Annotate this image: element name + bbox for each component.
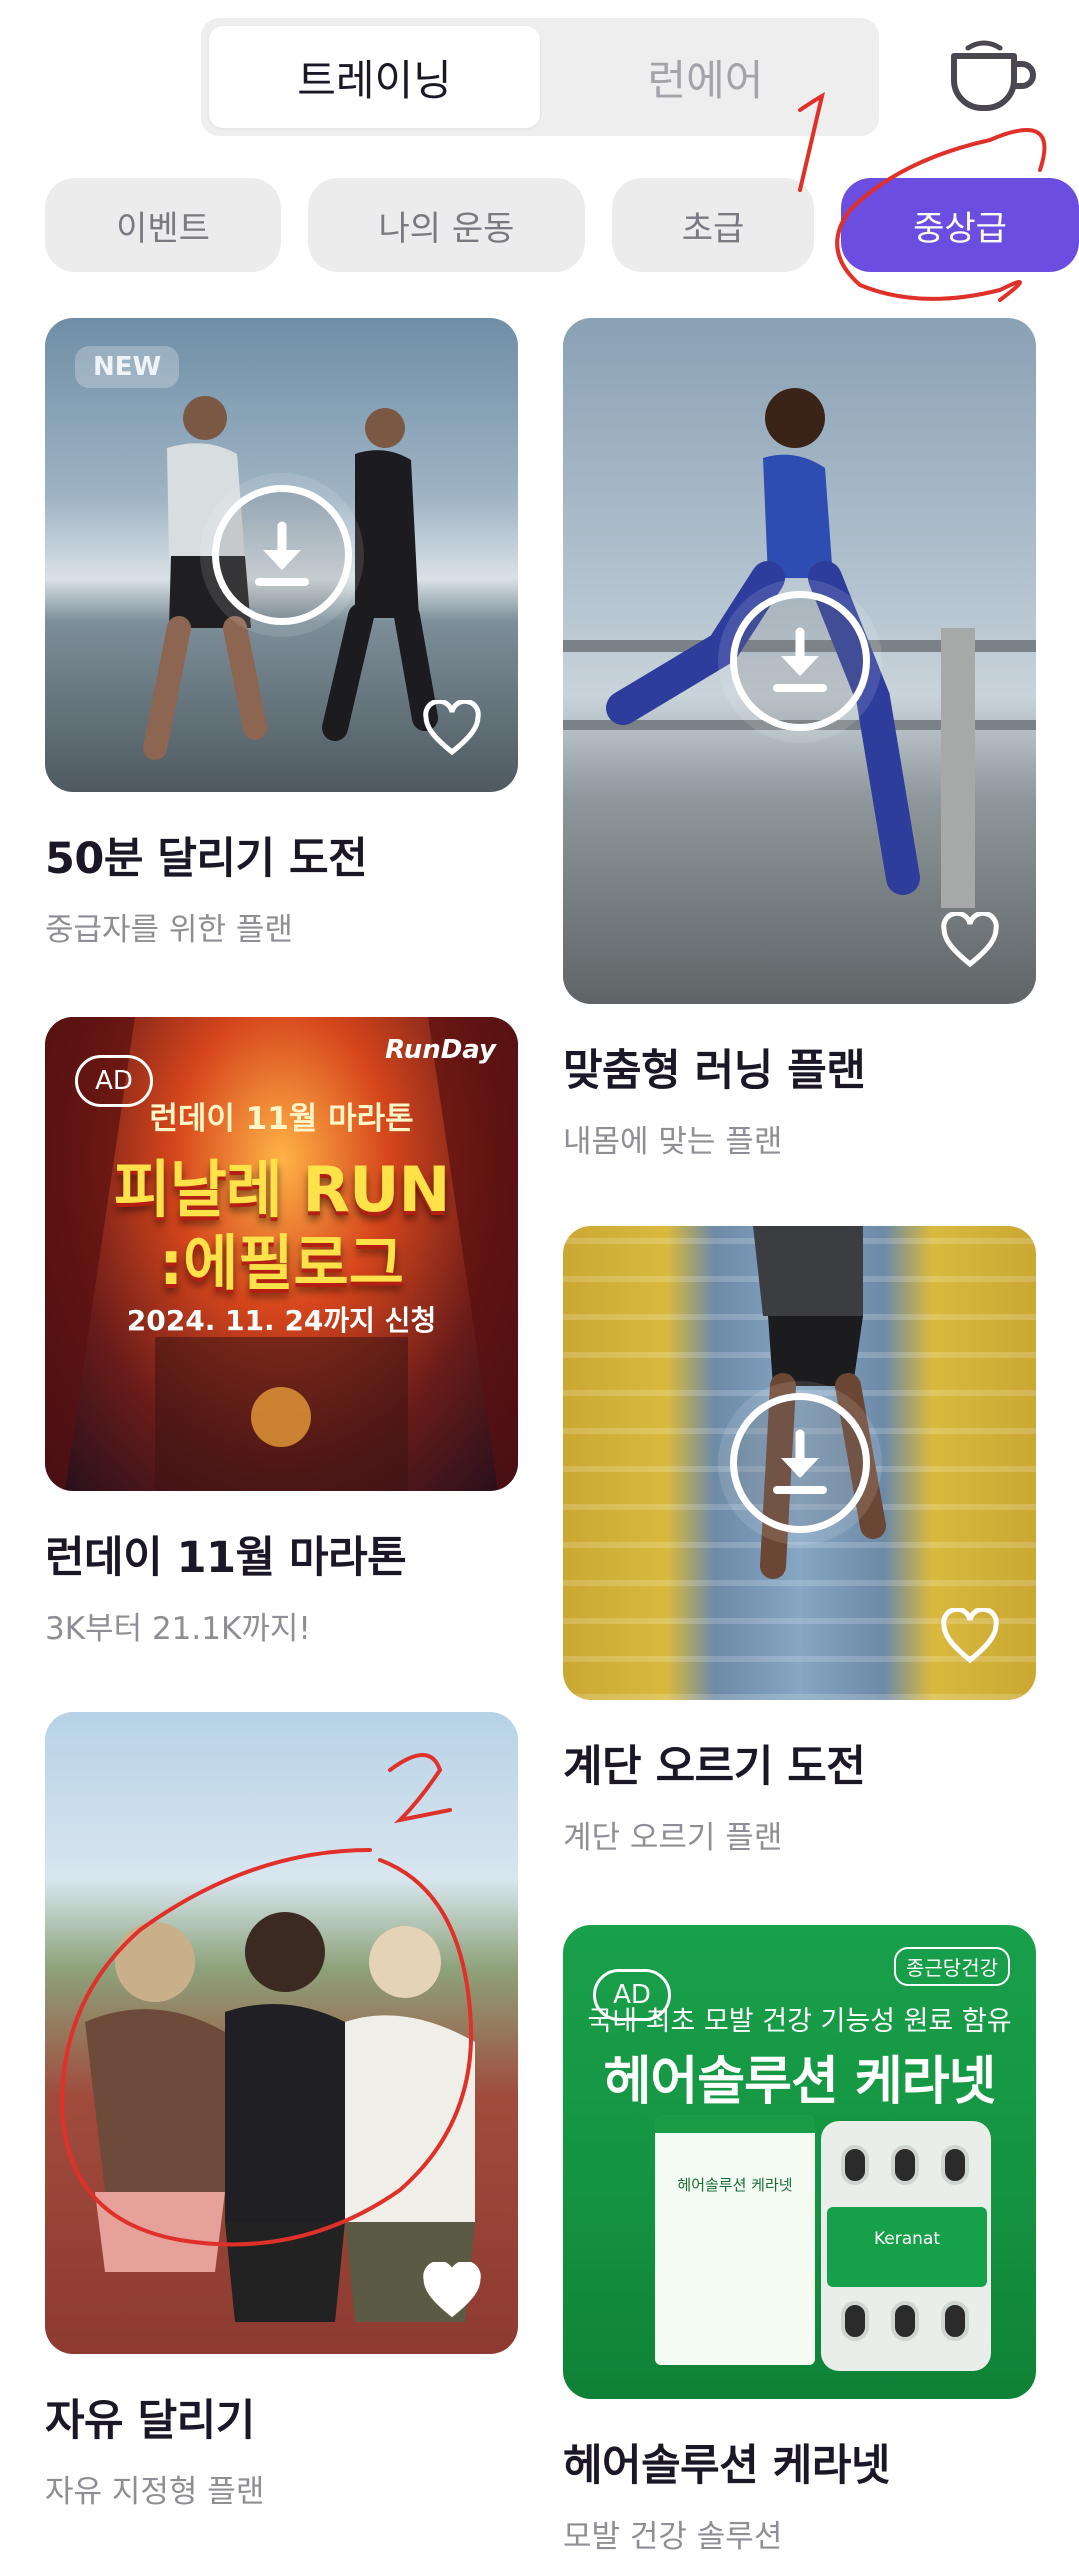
coffee-cup-icon[interactable] bbox=[948, 36, 1038, 116]
ad-date: 2024. 11. 24까지 신청 bbox=[126, 1304, 437, 1337]
card-title: 맞춤형 러닝 플랜 bbox=[563, 1046, 866, 1096]
level-filter-bar: 이벤트 나의 운동 초급 중상급 bbox=[45, 178, 1079, 272]
card-subtitle: 3K부터 21.1K까지! bbox=[45, 1611, 311, 1647]
favorite-heart-filled-icon[interactable] bbox=[422, 2262, 482, 2318]
plan-card-free-run[interactable]: 자유 달리기 자유 지정형 플랜 bbox=[45, 1712, 518, 2511]
new-badge: NEW bbox=[75, 346, 180, 388]
card-subtitle: 자유 지정형 플랜 bbox=[45, 2474, 265, 2510]
card-title: 런데이 11월 마라톤 bbox=[45, 1533, 407, 1583]
product-name: Keranat bbox=[827, 2207, 987, 2287]
card-subtitle: 내몸에 맞는 플랜 bbox=[563, 1124, 783, 1160]
product-box-label: 헤어솔루션 케라넷 bbox=[677, 2176, 793, 2194]
download-icon bbox=[772, 627, 827, 692]
plan-card-50min[interactable]: NEW 50분 달리기 도전 중급자를 위한 플랜 bbox=[45, 318, 518, 949]
favorite-heart-icon[interactable] bbox=[422, 700, 482, 756]
card-thumbnail bbox=[45, 1712, 518, 2354]
download-icon bbox=[254, 521, 309, 586]
ad-banner: AD 종근당건강 국내 최초 모발 건강 기능성 원료 함유 헤어솔루션 케라넷… bbox=[563, 1925, 1036, 2399]
mode-toggle: 트레이닝 런에어 bbox=[201, 18, 879, 136]
brand-logo: 종근당건강 bbox=[894, 1947, 1010, 1986]
tab-training[interactable]: 트레이닝 bbox=[209, 26, 540, 128]
chip-event[interactable]: 이벤트 bbox=[45, 178, 281, 272]
ad-banner: AD RunDay 런데이 11월 마라톤 피날레 RUN :에필로그 2024… bbox=[45, 1017, 518, 1491]
download-icon bbox=[772, 1429, 827, 1494]
plan-card-stairs[interactable]: 계단 오르기 도전 계단 오르기 플랜 bbox=[563, 1226, 1036, 1857]
product-box: 헤어솔루션 케라넷 bbox=[655, 2115, 815, 2365]
runday-logo: RunDay bbox=[385, 1035, 496, 1065]
card-subtitle: 계단 오르기 플랜 bbox=[563, 1820, 783, 1856]
chip-my-workout[interactable]: 나의 운동 bbox=[308, 178, 585, 272]
ad-line-1: 국내 최초 모발 건강 기능성 원료 함유 bbox=[587, 2006, 1012, 2037]
download-button[interactable] bbox=[717, 579, 882, 743]
ad-card-runday[interactable]: AD RunDay 런데이 11월 마라톤 피날레 RUN :에필로그 2024… bbox=[45, 1017, 518, 1648]
ad-line-3: :에필로그 bbox=[159, 1229, 404, 1299]
card-subtitle: 모발 건강 솔루션 bbox=[563, 2519, 783, 2555]
chip-beginner[interactable]: 초급 bbox=[612, 178, 814, 272]
ad-line-1: 런데이 11월 마라톤 bbox=[149, 1101, 414, 1137]
tab-runair[interactable]: 런에어 bbox=[540, 26, 871, 128]
card-thumbnail bbox=[563, 318, 1036, 1004]
download-button[interactable] bbox=[717, 1381, 882, 1545]
chip-advanced[interactable]: 중상급 bbox=[841, 178, 1079, 272]
card-title: 자유 달리기 bbox=[45, 2396, 255, 2446]
favorite-heart-icon[interactable] bbox=[940, 1608, 1000, 1664]
card-thumbnail: NEW bbox=[45, 318, 518, 792]
ad-line-2: 헤어솔루션 케라넷 bbox=[603, 2052, 997, 2112]
card-title: 계단 오르기 도전 bbox=[563, 1742, 866, 1792]
plan-card-custom-running[interactable]: 맞춤형 러닝 플랜 내몸에 맞는 플랜 bbox=[563, 318, 1036, 1161]
ad-card-keranat[interactable]: AD 종근당건강 국내 최초 모발 건강 기능성 원료 함유 헤어솔루션 케라넷… bbox=[563, 1925, 1036, 2556]
card-title: 50분 달리기 도전 bbox=[45, 834, 368, 884]
download-button[interactable] bbox=[199, 473, 364, 637]
card-thumbnail bbox=[563, 1226, 1036, 1700]
favorite-heart-icon[interactable] bbox=[940, 912, 1000, 968]
card-title: 헤어솔루션 케라넷 bbox=[563, 2441, 890, 2491]
card-subtitle: 중급자를 위한 플랜 bbox=[45, 912, 293, 948]
screen: 트레이닝 런에어 이벤트 나의 운동 초급 중상급 NEW 50분 달리기 도전… bbox=[0, 0, 1079, 2566]
